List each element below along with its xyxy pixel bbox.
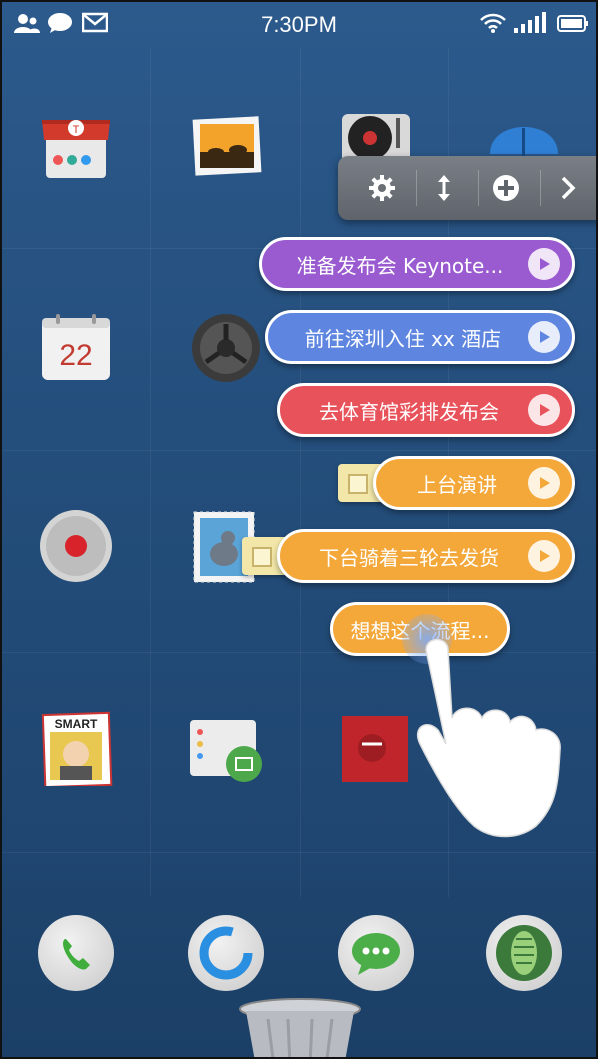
calendar-day: 22: [59, 339, 92, 372]
play-icon[interactable]: [528, 394, 560, 426]
settings-app-icon[interactable]: [188, 310, 264, 386]
phone-icon[interactable]: [38, 915, 114, 991]
task-label: 准备发布会 Keynote...: [296, 253, 504, 278]
grid-line: [2, 450, 596, 451]
toolbar-separator: [416, 170, 417, 206]
hand-pointer-icon: [406, 626, 576, 846]
svg-text:T: T: [73, 124, 80, 136]
signal-icon: [514, 12, 548, 38]
task-label: 下台骑着三轮去发货: [319, 545, 499, 570]
recorder-app-icon[interactable]: [38, 508, 114, 584]
chevron-right-icon[interactable]: [548, 168, 588, 208]
play-icon[interactable]: [528, 540, 560, 572]
trash-icon[interactable]: [238, 997, 362, 1057]
grid-line: [2, 852, 596, 853]
play-icon[interactable]: [528, 321, 560, 353]
status-bar: 7:30PM: [2, 2, 596, 47]
resize-vertical-icon[interactable]: [424, 168, 464, 208]
grid-line: [300, 47, 301, 897]
wifi-icon: [480, 12, 506, 38]
smart-label: SMART: [55, 717, 98, 731]
grid-line: [150, 47, 151, 897]
task-label: 前往深圳入住 xx 酒店: [304, 326, 502, 351]
store-app-icon[interactable]: T: [38, 108, 114, 184]
play-icon[interactable]: [528, 467, 560, 499]
gear-icon[interactable]: [362, 168, 402, 208]
task-label: 上台演讲: [417, 472, 497, 497]
home-screen: 7:30PM T 22 SMART 准备发布会 Keynote... 前往深圳入…: [0, 0, 598, 1059]
toolbar-separator: [478, 170, 479, 206]
add-icon[interactable]: [486, 168, 526, 208]
task-item[interactable]: 上台演讲: [373, 456, 575, 510]
news-app-icon[interactable]: [338, 710, 414, 786]
toolbar-separator: [540, 170, 541, 206]
status-time: 7:30PM: [261, 12, 337, 37]
checkbox-square: [252, 547, 272, 567]
task-item[interactable]: 去体育馆彩排发布会: [277, 383, 575, 437]
task-label: 去体育馆彩排发布会: [319, 399, 499, 424]
browser-icon[interactable]: [188, 915, 264, 991]
battery-icon: [557, 12, 589, 38]
task-item[interactable]: 准备发布会 Keynote...: [259, 237, 575, 291]
task-item[interactable]: 前往深圳入住 xx 酒店: [265, 310, 575, 364]
checkbox-square: [348, 474, 368, 494]
files-app-icon[interactable]: [188, 710, 264, 786]
action-toolbar: [338, 156, 596, 220]
task-item[interactable]: 下台骑着三轮去发货: [277, 529, 575, 583]
smart-contacts-app-icon[interactable]: SMART: [38, 710, 114, 789]
play-icon[interactable]: [528, 248, 560, 280]
calendar-app-icon[interactable]: 22: [38, 310, 114, 386]
gallery-app-icon[interactable]: [188, 108, 264, 184]
chat-icon[interactable]: [338, 915, 414, 991]
camera-icon[interactable]: [486, 915, 562, 991]
